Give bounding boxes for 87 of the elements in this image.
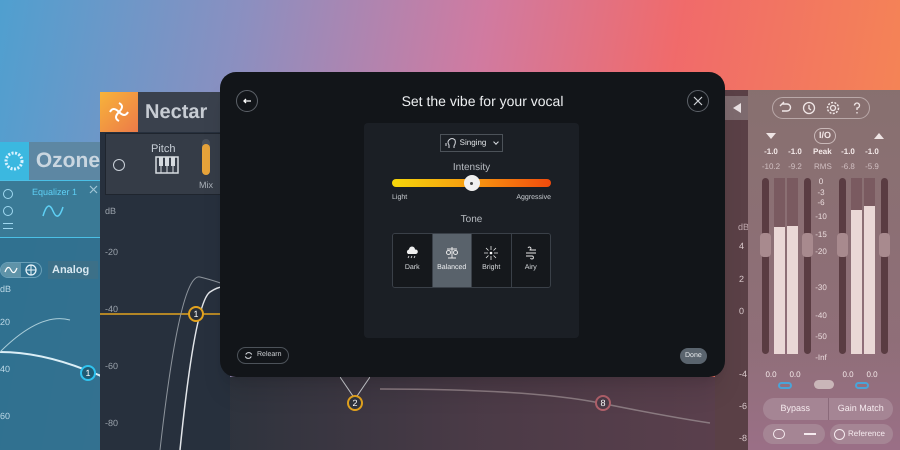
peak-value: -1.0 bbox=[840, 146, 856, 158]
scale-tick: -30 bbox=[814, 282, 828, 292]
scale-tick: -6 bbox=[816, 198, 826, 208]
slider-label: Mix bbox=[199, 179, 213, 192]
mode-dropdown[interactable]: Analog bbox=[48, 261, 98, 279]
piano-icon bbox=[155, 156, 179, 174]
axis-label: dB bbox=[738, 221, 750, 234]
axis-label: dB bbox=[0, 283, 12, 296]
rms-value: -10.2 bbox=[760, 161, 782, 173]
axis-tick: -60 bbox=[105, 360, 118, 373]
output-section-icon bbox=[874, 132, 884, 139]
axis-tick: 40 bbox=[0, 363, 10, 376]
fader-track[interactable] bbox=[762, 178, 769, 354]
refresh-icon bbox=[244, 351, 253, 360]
mono-stereo-toggle[interactable] bbox=[763, 424, 825, 444]
scales-icon bbox=[444, 246, 459, 260]
list-icon[interactable] bbox=[3, 223, 13, 229]
scale-tick: -10 bbox=[814, 212, 828, 222]
io-toggle[interactable]: I/O bbox=[814, 128, 836, 144]
peak-value: -1.0 bbox=[763, 146, 779, 158]
solo-icon[interactable] bbox=[3, 206, 13, 216]
slider-thumb[interactable] bbox=[464, 175, 480, 191]
axis-tick: -4 bbox=[739, 368, 748, 381]
axis-tick: -20 bbox=[105, 246, 118, 259]
row-label: Peak bbox=[813, 146, 832, 158]
axis-tick: -40 bbox=[105, 303, 118, 316]
app-title: Ozone bbox=[36, 148, 100, 174]
history-icon[interactable] bbox=[802, 101, 816, 115]
scale-tick: -20 bbox=[814, 247, 828, 256]
info-icon bbox=[834, 428, 845, 440]
fader-handle[interactable] bbox=[879, 232, 890, 257]
rms-value: -9.2 bbox=[787, 161, 803, 173]
dialog-title: Set the vibe for your vocal bbox=[400, 92, 564, 111]
scale-tick: -50 bbox=[814, 332, 828, 341]
meter-readout: 0.0 bbox=[788, 369, 802, 381]
peak-value: -1.0 bbox=[787, 146, 803, 158]
fader-handle[interactable] bbox=[837, 232, 848, 257]
meter-readout: 0.0 bbox=[865, 369, 879, 381]
axis-tick: 60 bbox=[0, 410, 10, 423]
fader-handle[interactable] bbox=[802, 232, 813, 257]
axis-tick: 4 bbox=[739, 240, 744, 253]
axis-label: dB bbox=[105, 205, 116, 218]
scale-tick: -15 bbox=[814, 230, 828, 239]
close-icon bbox=[693, 96, 703, 106]
scale-tick: -40 bbox=[814, 310, 828, 320]
axis-tick: -6 bbox=[739, 400, 748, 413]
eq-curve-icon bbox=[42, 203, 64, 219]
meter-readout: 0.0 bbox=[841, 369, 855, 381]
wind-icon bbox=[524, 246, 538, 260]
peak-value: -1.0 bbox=[864, 146, 880, 158]
module-name[interactable]: Pitch bbox=[151, 141, 176, 158]
section-label: Tone bbox=[460, 212, 482, 226]
head-icon bbox=[444, 137, 457, 149]
settings-icon[interactable] bbox=[826, 101, 840, 115]
fader-track[interactable] bbox=[839, 178, 846, 354]
fader-handle[interactable] bbox=[760, 232, 771, 257]
input-section-icon bbox=[766, 132, 776, 139]
logo-icon bbox=[100, 92, 138, 132]
rms-value: -6.8 bbox=[840, 161, 856, 173]
app-title: Nectar bbox=[145, 100, 208, 125]
back-button[interactable] bbox=[236, 90, 258, 112]
rms-value: -5.9 bbox=[864, 161, 880, 173]
scale-tick: -3 bbox=[816, 188, 826, 197]
solo-icon[interactable] bbox=[113, 159, 125, 171]
section-label: Intensity bbox=[452, 161, 490, 175]
eq-node[interactable]: 1 bbox=[80, 365, 96, 381]
axis-tick: 2 bbox=[739, 273, 744, 286]
row-label: RMS bbox=[814, 161, 832, 173]
axis-tick: 0 bbox=[739, 305, 744, 318]
wave-icon[interactable] bbox=[1, 263, 21, 277]
axis-tick: 20 bbox=[0, 316, 10, 329]
cloud-rain-icon bbox=[405, 246, 420, 260]
close-icon[interactable] bbox=[89, 185, 98, 194]
sparkle-icon bbox=[484, 246, 498, 260]
axis-tick: -8 bbox=[739, 432, 748, 445]
power-icon[interactable] bbox=[3, 189, 13, 199]
trim-control[interactable] bbox=[814, 380, 834, 389]
scale-tick: 0 bbox=[818, 177, 824, 186]
close-button[interactable] bbox=[687, 90, 709, 112]
axis-tick: -80 bbox=[105, 417, 118, 430]
back-arrow-icon bbox=[243, 98, 251, 104]
meter-readout: 0.0 bbox=[764, 369, 778, 381]
fader-track[interactable] bbox=[881, 178, 888, 354]
logo-icon bbox=[0, 142, 29, 180]
style-dropdown[interactable]: Singing bbox=[440, 134, 504, 152]
scale-tick: -Inf bbox=[814, 353, 828, 362]
fader-track[interactable] bbox=[804, 178, 811, 354]
